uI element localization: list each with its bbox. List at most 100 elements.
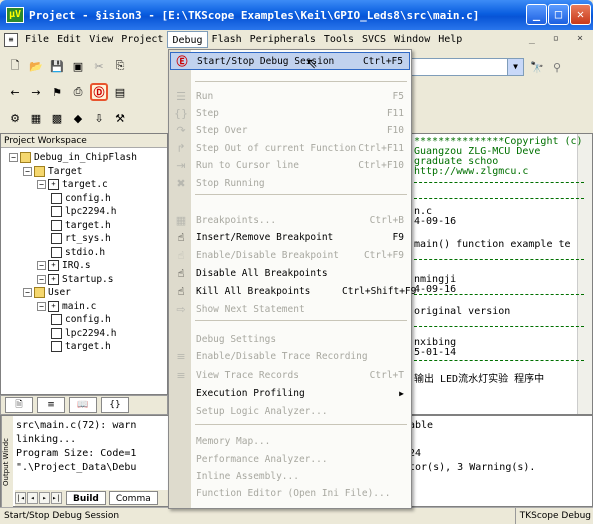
tree-item[interactable]: target.h bbox=[51, 219, 111, 231]
rebuild-icon[interactable]: ▩ bbox=[48, 109, 66, 127]
menu-item-step[interactable]: {} Step F11 bbox=[170, 104, 410, 122]
tree-item[interactable]: − + target.c bbox=[37, 179, 108, 190]
chevron-down-icon[interactable]: ▼ bbox=[507, 59, 523, 75]
menu-item-step-over[interactable]: ↷ Step Over F10 bbox=[170, 121, 410, 139]
menu-peripherals[interactable]: Peripherals bbox=[246, 31, 320, 48]
menu-item-inline-assembly[interactable]: Inline Assembly... bbox=[170, 467, 410, 485]
collapse-icon[interactable]: − bbox=[37, 274, 46, 284]
cut-icon[interactable]: ✂ bbox=[90, 57, 108, 75]
print-icon[interactable]: ⎙ bbox=[69, 83, 87, 101]
save-all-icon[interactable]: ▣ bbox=[69, 57, 87, 75]
code-line: http://www.zlgmcu.c bbox=[414, 166, 529, 177]
tree-item[interactable]: − + Startup.s bbox=[37, 273, 113, 285]
menu-item-start-stop-debug-session[interactable]: Ⓔ Start/Stop Debug Session Ctrl+F5 bbox=[170, 52, 410, 70]
tree-item[interactable]: lpc2294.h bbox=[51, 206, 116, 217]
forward-icon[interactable]: → bbox=[27, 83, 45, 101]
menu-item-debug-settings[interactable]: Debug Settings bbox=[170, 330, 410, 348]
collapse-icon[interactable]: − bbox=[9, 153, 18, 162]
menu-item-performance-analyzer[interactable]: Performance Analyzer... bbox=[170, 450, 410, 468]
menu-file[interactable]: File bbox=[21, 31, 53, 48]
window-icon[interactable]: ▤ bbox=[111, 83, 129, 101]
next-tab-icon[interactable]: ▸ bbox=[39, 492, 50, 504]
download-icon[interactable]: ⇩ bbox=[90, 109, 108, 127]
tree-item[interactable]: stdio.h bbox=[51, 246, 105, 258]
step-icon: {} bbox=[174, 106, 188, 120]
tree-item[interactable]: config.h bbox=[51, 314, 111, 325]
run-icon: ☰ bbox=[176, 89, 186, 103]
menu-item-execution-profiling[interactable]: Execution Profiling ▶ bbox=[170, 384, 410, 402]
menu-item-kill-all-breakpoints[interactable]: ☝ Kill All Breakpoints Ctrl+Shift+F9 bbox=[170, 282, 417, 300]
prev-tab-icon[interactable]: ◂ bbox=[27, 492, 38, 504]
regs-tab-icon[interactable]: ≡ bbox=[37, 397, 65, 413]
collapse-icon[interactable]: − bbox=[37, 180, 46, 189]
breakpoints-icon: ▦ bbox=[175, 213, 187, 227]
mdi-controls[interactable]: _ ▫ × bbox=[529, 33, 589, 44]
tree-item[interactable]: − + main.c bbox=[37, 300, 96, 312]
menu-tools[interactable]: Tools bbox=[320, 31, 358, 48]
menu-item-breakpoints[interactable]: ▦ Breakpoints... Ctrl+B bbox=[170, 211, 410, 229]
last-tab-icon[interactable]: ▸| bbox=[51, 492, 62, 504]
menu-item-enable-disable-breakpoint[interactable]: ☝ Enable/Disable Breakpoint Ctrl+F9 bbox=[170, 246, 410, 264]
close-button[interactable]: ✕ bbox=[570, 4, 591, 25]
new-file-icon[interactable]: 🗋 bbox=[6, 57, 24, 75]
tree-item-label: IRQ.s bbox=[62, 260, 91, 271]
files-tab-icon[interactable]: 🗎 bbox=[5, 397, 33, 413]
find-binoculars-icon[interactable]: 🔭 bbox=[528, 58, 546, 76]
file-icon: + bbox=[48, 260, 59, 271]
first-tab-icon[interactable]: |◂ bbox=[15, 492, 26, 504]
save-icon[interactable]: 💾 bbox=[48, 57, 66, 75]
collapse-icon[interactable]: − bbox=[37, 261, 46, 270]
menu-item-stop-running[interactable]: ✖ Stop Running bbox=[170, 174, 410, 192]
translate-icon[interactable]: ⚙ bbox=[6, 109, 24, 127]
tree-item[interactable]: − + IRQ.s bbox=[37, 260, 91, 271]
minimize-button[interactable]: _ bbox=[526, 4, 547, 25]
tree-item[interactable]: − User bbox=[23, 287, 71, 298]
menu-help[interactable]: Help bbox=[434, 31, 466, 48]
copy-icon[interactable]: ⎘ bbox=[111, 57, 129, 75]
stop-build-icon[interactable]: ◆ bbox=[69, 109, 87, 127]
tree-item[interactable]: config.h bbox=[51, 192, 111, 204]
menu-item-enable-disable-trace-recording[interactable]: ≡ Enable/Disable Trace Recording bbox=[170, 347, 410, 365]
back-icon[interactable]: ← bbox=[6, 83, 24, 101]
step-out-icon: ↱ bbox=[176, 141, 186, 155]
tree-item[interactable]: target.h bbox=[51, 341, 111, 352]
books-tab-icon[interactable]: 📖 bbox=[69, 397, 97, 413]
menu-project[interactable]: Project bbox=[117, 31, 167, 48]
open-folder-icon[interactable]: 📂 bbox=[27, 57, 45, 75]
menu-item-view-trace-records[interactable]: ≡ View Trace Records Ctrl+T bbox=[170, 366, 410, 384]
build-icon[interactable]: ▦ bbox=[27, 109, 45, 127]
find-in-files-icon[interactable]: ⚲ bbox=[548, 58, 566, 76]
output-tab-build[interactable]: Build bbox=[66, 491, 106, 505]
menu-debug[interactable]: Debug bbox=[167, 31, 208, 48]
collapse-icon[interactable]: − bbox=[37, 301, 46, 311]
options-icon[interactable]: ⚒ bbox=[111, 109, 129, 127]
menu-item-insert-remove-breakpoint[interactable]: ☝ Insert/Remove Breakpoint F9 bbox=[170, 228, 410, 246]
menu-window[interactable]: Window bbox=[390, 31, 434, 48]
tree-item[interactable]: − Target bbox=[23, 165, 83, 177]
start-debug-toolbar-icon[interactable]: Ⓓ bbox=[90, 83, 108, 101]
maximize-button[interactable]: □ bbox=[548, 4, 569, 25]
tree-item[interactable]: − Debug_in_ChipFlash bbox=[9, 152, 137, 163]
menu-item-setup-logic-analyzer[interactable]: Setup Logic Analyzer... bbox=[170, 402, 410, 420]
menu-item-function-editor-open-ini-file[interactable]: Function Editor (Open Ini File)... bbox=[170, 484, 410, 502]
menu-item-run[interactable]: ☰ Run F5 bbox=[170, 87, 410, 105]
functions-tab-icon[interactable]: {} bbox=[101, 397, 129, 413]
menu-flash[interactable]: Flash bbox=[208, 31, 246, 48]
bookmark-icon[interactable]: ⚑ bbox=[48, 83, 66, 101]
collapse-icon[interactable]: − bbox=[23, 288, 32, 297]
editor-scrollbar[interactable] bbox=[577, 134, 592, 414]
toolbar-build: ⚙ ▦ ▩ ◆ ⇩ ⚒ bbox=[0, 106, 168, 130]
menu-edit[interactable]: Edit bbox=[53, 31, 85, 48]
menu-svcs[interactable]: SVCS bbox=[358, 31, 390, 48]
menu-item-disable-all-breakpoints[interactable]: ☝ Disable All Breakpoints bbox=[170, 264, 410, 282]
output-tab-comma[interactable]: Comma bbox=[108, 491, 158, 505]
menu-item-memory-map[interactable]: Memory Map... bbox=[170, 432, 410, 450]
tree-item[interactable]: rt_sys.h bbox=[51, 233, 111, 244]
menu-item-step-out-of-current-function[interactable]: ↱ Step Out of current Function Ctrl+F11 bbox=[170, 139, 410, 157]
menu-item-run-to-cursor-line[interactable]: ⇥ Run to Cursor line Ctrl+F10 bbox=[170, 156, 410, 174]
tree-item[interactable]: lpc2294.h bbox=[51, 327, 116, 339]
collapse-icon[interactable]: − bbox=[23, 166, 32, 176]
menu-item-show-next-statement[interactable]: ⇨ Show Next Statement bbox=[170, 300, 410, 318]
tree-item-label: Target bbox=[48, 165, 83, 177]
menu-view[interactable]: View bbox=[85, 31, 117, 48]
